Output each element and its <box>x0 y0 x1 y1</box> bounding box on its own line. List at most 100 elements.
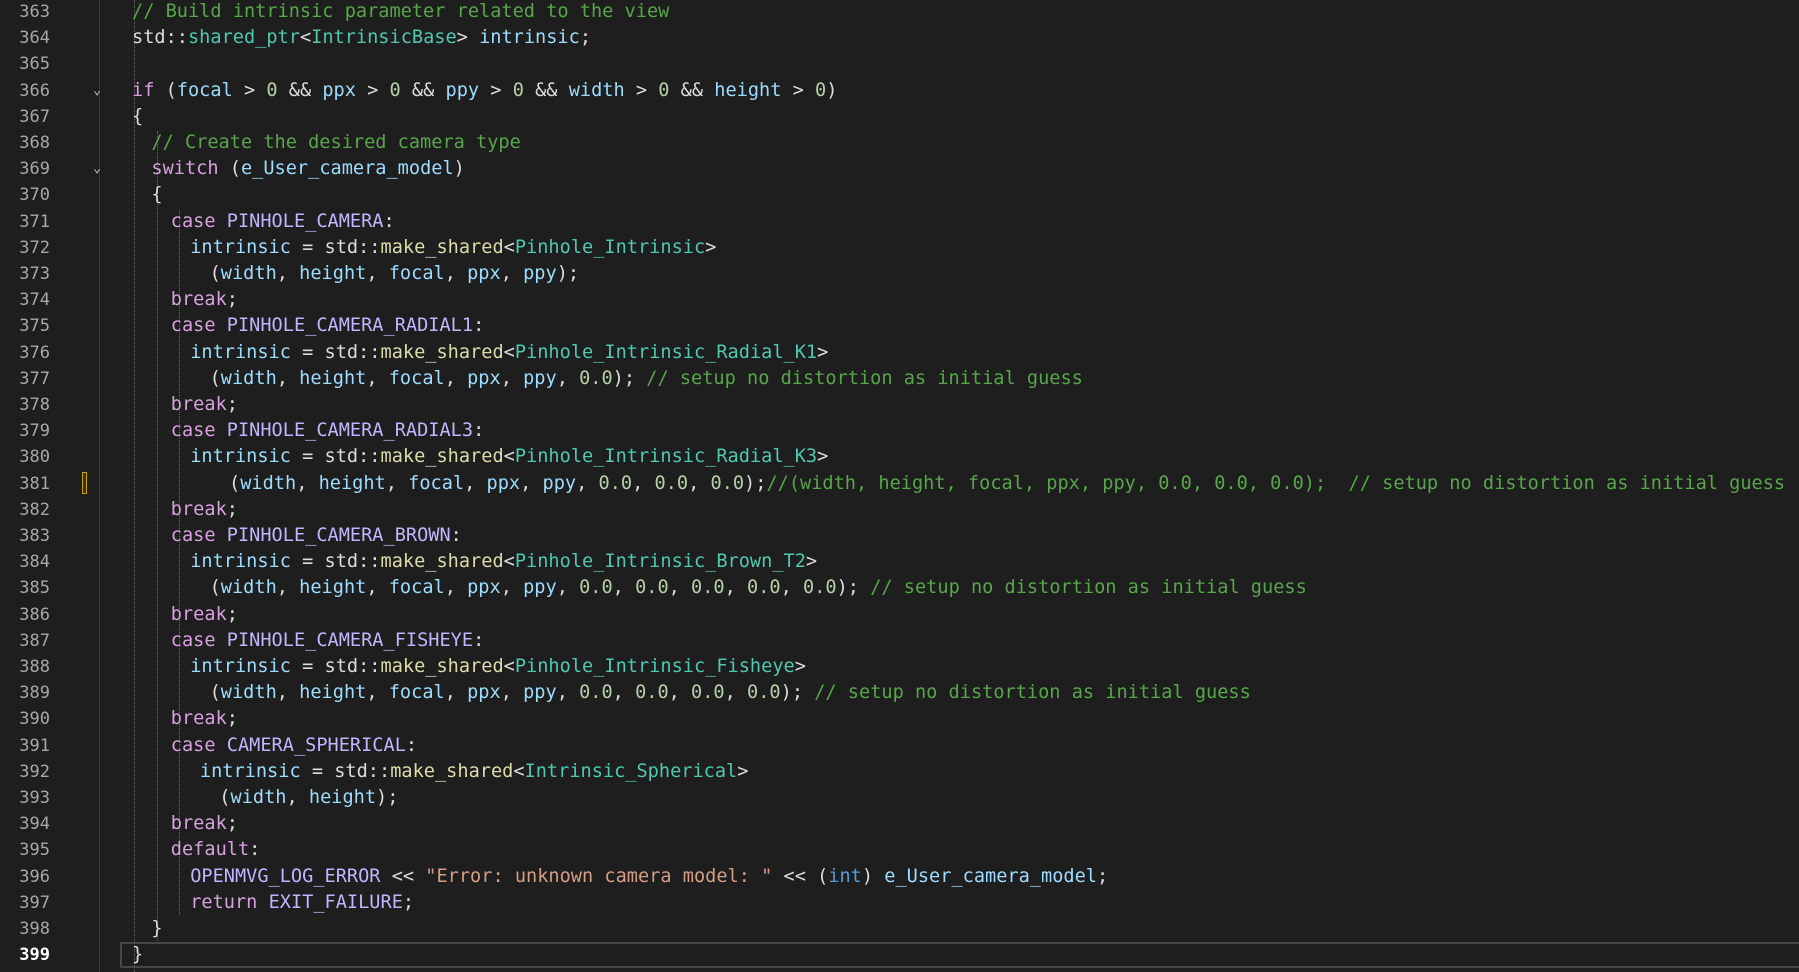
code-token: Pinhole_Intrinsic_Brown_T2 <box>514 551 806 573</box>
line-number: 385 <box>19 578 50 599</box>
code-token: , <box>366 263 389 284</box>
code-line[interactable]: 366 ⌄ if (focal > 0 && ppx > 0 && ppy > 0 … <box>0 78 1799 104</box>
code-token: if <box>132 79 155 101</box>
code-line[interactable]: 396 OPENMVG_LOG_ERROR << "Error: unknown … <box>0 864 1799 890</box>
code-token: ); <box>376 787 399 808</box>
code-line[interactable]: 385 (width, height, focal, ppx, ppy, 0.0,… <box>0 575 1799 601</box>
code-token: break <box>170 813 227 835</box>
code-line[interactable]: 392 intrinsic = std::make_shared<Intrinsi… <box>0 759 1799 785</box>
code-text: OPENMVG_LOG_ERROR << "Error: unknown cam… <box>190 864 1108 890</box>
code-line[interactable]: 397 return EXIT_FAILURE; <box>0 890 1799 916</box>
code-token: < <box>503 236 515 258</box>
code-token: ; <box>402 891 415 913</box>
code-token: ; <box>579 27 592 49</box>
code-line[interactable]: 381 (width, height, focal, ppx, ppy, 0.0,… <box>0 471 1799 497</box>
code-line[interactable]: 373 (width, height, focal, ppx, ppy); <box>0 261 1799 287</box>
code-line[interactable]: 374 break; <box>0 287 1799 313</box>
code-token: intrinsic <box>190 341 291 363</box>
code-text: case PINHOLE_CAMERA_RADIAL1: <box>171 313 484 339</box>
code-token: ( <box>209 367 221 389</box>
code-line[interactable]: 389 (width, height, focal, ppx, ppy, 0.0,… <box>0 680 1799 706</box>
code-line[interactable]: 391 case CAMERA_SPHERICAL: <box>0 733 1799 759</box>
code-line[interactable]: 387 case PINHOLE_CAMERA_FISHEYE: <box>0 628 1799 654</box>
line-number: 367 <box>19 106 50 127</box>
code-token: , <box>385 472 409 494</box>
code-line[interactable]: 386 break; <box>0 602 1799 628</box>
code-token: > <box>817 446 829 468</box>
code-text: { <box>151 182 162 208</box>
fold-chevron-down-icon[interactable]: ⌄ <box>90 162 104 176</box>
code-line[interactable]: 378 break; <box>0 392 1799 418</box>
code-token: > <box>232 79 267 101</box>
code-line[interactable]: 394 break; <box>0 811 1799 837</box>
code-text: (width, height, focal, ppx, ppy, 0.0, 0.… <box>229 471 1785 497</box>
code-line[interactable]: 369 ⌄ switch (e_User_camera_model) <box>0 156 1799 182</box>
code-token: > <box>817 341 829 363</box>
code-text: intrinsic = std::make_shared<Intrinsic_S… <box>200 759 749 785</box>
code-token: , <box>668 682 692 704</box>
code-line[interactable]: 380 intrinsic = std::make_shared<Pinhole_… <box>0 444 1799 470</box>
code-token: // Create the desired camera type <box>151 132 521 153</box>
code-line[interactable]: 383 case PINHOLE_CAMERA_BROWN: <box>0 523 1799 549</box>
code-line[interactable]: 398} <box>0 916 1799 942</box>
code-token: intrinsic <box>190 551 291 573</box>
code-line[interactable]: 372 intrinsic = std::make_shared<Pinhole_… <box>0 235 1799 261</box>
code-token: , <box>556 682 580 704</box>
code-token: , <box>366 367 389 389</box>
code-token: PINHOLE_CAMERA_RADIAL3 <box>226 420 474 442</box>
line-number: 381 <box>19 473 50 494</box>
code-token: , <box>724 577 748 599</box>
code-line[interactable]: 382 break; <box>0 497 1799 523</box>
code-editor[interactable]: 363 // Build intrinsic parameter related … <box>0 0 1799 972</box>
change-marker-icon <box>82 471 87 494</box>
code-line[interactable]: 395 default: <box>0 837 1799 863</box>
code-text: break; <box>171 811 238 837</box>
code-text: std::shared_ptr<IntrinsicBase> intrinsic… <box>132 25 591 51</box>
code-token: , <box>500 263 524 284</box>
code-line[interactable]: 384 intrinsic = std::make_shared<Pinhole_… <box>0 549 1799 575</box>
code-token: break <box>170 603 227 625</box>
line-number: 388 <box>19 657 50 677</box>
code-token: 0.0 <box>803 577 837 599</box>
code-line[interactable]: 370 { <box>0 182 1799 208</box>
code-token: ppy <box>523 682 557 704</box>
code-token: height <box>299 367 367 389</box>
line-number: 369 <box>19 159 50 180</box>
code-line[interactable]: 388 intrinsic = std::make_shared<Pinhole_… <box>0 654 1799 680</box>
code-token: int <box>828 865 862 887</box>
code-line[interactable]: 365 <box>0 51 1799 77</box>
code-line[interactable]: 393 (width, height); <box>0 785 1799 811</box>
code-token: 0.0 <box>747 682 781 704</box>
code-token: //(width, height, focal, ppx, ppy, 0.0, … <box>766 472 1786 494</box>
code-token: > <box>737 760 749 782</box>
code-token: case <box>170 629 216 651</box>
code-line[interactable]: 364 std::shared_ptr<IntrinsicBase> intrin… <box>0 25 1799 51</box>
code-line[interactable]: 371 case PINHOLE_CAMERA: <box>0 209 1799 235</box>
code-line[interactable]: 390 break; <box>0 706 1799 732</box>
code-token: , <box>556 367 580 389</box>
code-text: intrinsic = std::make_shared<Pinhole_Int… <box>190 654 806 680</box>
code-line[interactable]: 375 case PINHOLE_CAMERA_RADIAL1: <box>0 313 1799 339</box>
line-number: 387 <box>19 630 50 651</box>
code-token: > <box>794 656 806 677</box>
code-token: ; <box>226 708 238 730</box>
code-line[interactable]: 399} <box>0 942 1799 969</box>
code-line[interactable]: 376 intrinsic = std::make_shared<Pinhole_… <box>0 340 1799 366</box>
code-token: ); <box>612 367 647 389</box>
fold-chevron-down-icon[interactable]: ⌄ <box>90 83 104 98</box>
code-text: (width, height, focal, ppx, ppy); <box>210 261 579 287</box>
code-token: intrinsic <box>199 760 301 782</box>
code-token: ) <box>861 865 885 887</box>
code-token: ppy <box>445 79 480 101</box>
code-line[interactable]: 379 case PINHOLE_CAMERA_RADIAL3: <box>0 418 1799 444</box>
code-line[interactable]: 377 (width, height, focal, ppx, ppy, 0.0)… <box>0 366 1799 392</box>
code-line[interactable]: 363 // Build intrinsic parameter related … <box>0 0 1799 25</box>
code-token: EXIT_FAILURE <box>268 891 403 913</box>
code-token: OPENMVG_LOG_ERROR <box>190 865 381 887</box>
code-token: Pinhole_Intrinsic_Radial_K1 <box>514 341 818 363</box>
code-line[interactable]: 367 { <box>0 104 1799 130</box>
code-text: } <box>132 942 143 968</box>
code-token: , <box>500 682 524 704</box>
code-line[interactable]: 368 // Create the desired camera type <box>0 130 1799 156</box>
